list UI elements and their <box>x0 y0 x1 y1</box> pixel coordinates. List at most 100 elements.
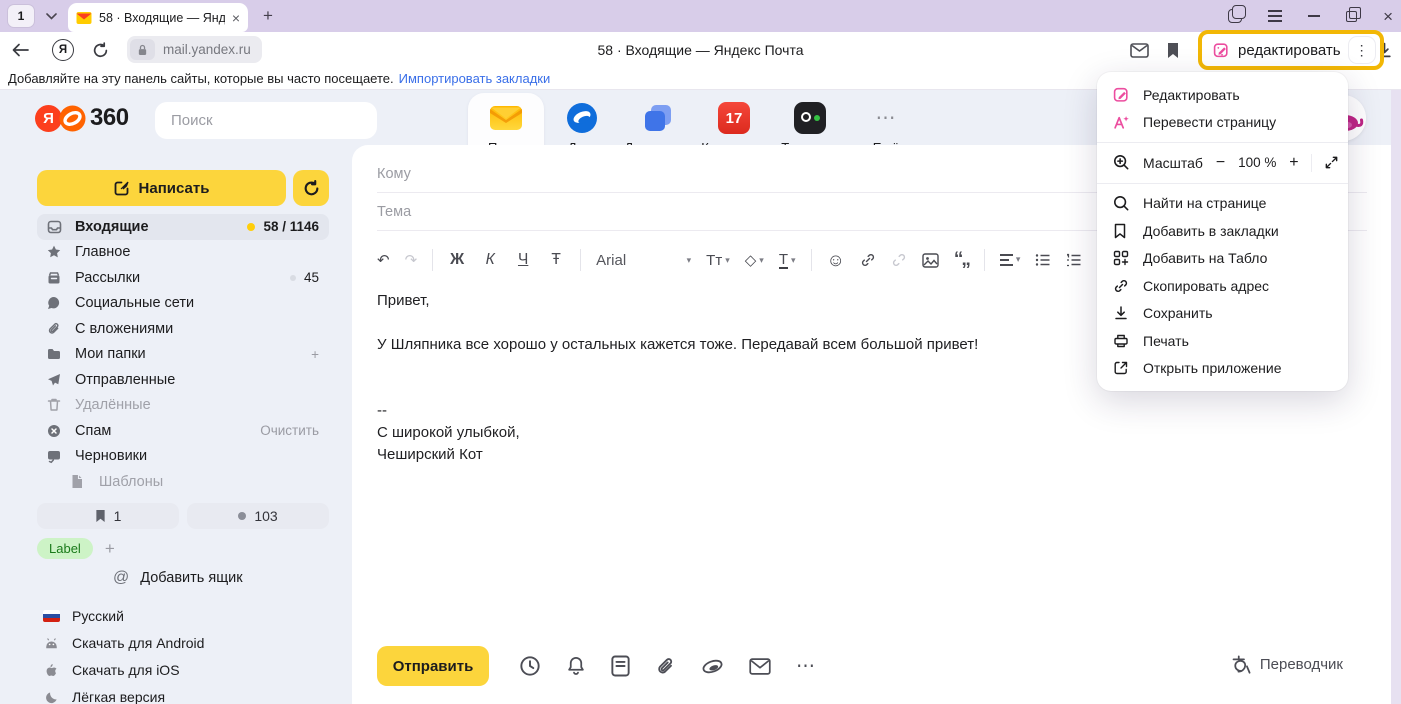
tab-counter-button[interactable]: 1 <box>8 5 34 27</box>
new-tab-button[interactable]: + <box>256 4 280 28</box>
back-button[interactable] <box>12 43 30 57</box>
zoom-out-button[interactable]: − <box>1216 154 1225 172</box>
zoom-in-button[interactable]: + <box>1289 154 1298 172</box>
bookmarks-counter[interactable]: 1 <box>37 503 179 529</box>
label-tag[interactable]: Label <box>37 538 93 559</box>
minimize-button[interactable] <box>1308 15 1320 17</box>
sidebar-item-social[interactable]: Социальные сети <box>37 291 329 317</box>
chevron-down-icon <box>46 13 57 20</box>
search-input[interactable] <box>171 112 370 129</box>
menu-item-copy-address[interactable]: Скопировать адрес <box>1097 272 1348 300</box>
edit-page-button-highlighted[interactable]: редактировать ⋮ <box>1198 30 1384 70</box>
sidebar-item-spam[interactable]: Спам Очистить <box>37 418 329 444</box>
yandex-360-logo[interactable]: Я 360 <box>35 104 129 132</box>
tab-close-icon[interactable]: × <box>232 11 240 25</box>
schedule-send-button[interactable] <box>519 655 541 677</box>
sidebar-item-mailings[interactable]: Рассылки 45 <box>37 265 329 291</box>
edit-icon <box>1113 86 1130 103</box>
more-actions-button[interactable]: ⋯ <box>796 655 817 678</box>
insert-image-button[interactable] <box>922 253 939 268</box>
attach-from-disk-button[interactable] <box>701 656 724 677</box>
download-android-link[interactable]: Скачать для Android <box>43 635 204 651</box>
android-icon <box>43 637 60 649</box>
sidebar-item-trash[interactable]: Удалённые <box>37 393 329 419</box>
italic-button[interactable]: К <box>481 251 499 269</box>
menu-item-edit[interactable]: Редактировать <box>1097 81 1348 109</box>
sidebar-item-my-folders[interactable]: Мои папки + <box>37 342 329 368</box>
sidebar-footer-links: Русский Скачать для Android Скачать для … <box>43 608 204 704</box>
sidebar-item-templates[interactable]: Шаблоны <box>37 469 329 495</box>
menu-item-save[interactable]: Сохранить <box>1097 300 1348 328</box>
mail-toolbar-icon[interactable] <box>1130 43 1149 58</box>
attach-file-button[interactable] <box>655 656 676 677</box>
underline-button[interactable]: Ч <box>514 251 532 269</box>
font-family-select[interactable]: Arial▾ <box>596 252 691 269</box>
add-label-button[interactable]: + <box>105 539 115 559</box>
check-mail-button[interactable] <box>293 170 329 206</box>
menu-item-add-to-tablo[interactable]: Добавить на Табло <box>1097 245 1348 273</box>
bold-button[interactable]: Ж <box>448 251 466 269</box>
light-version-link[interactable]: Лёгкая версия <box>43 689 204 704</box>
address-bar[interactable]: mail.yandex.ru <box>127 36 262 63</box>
refresh-button[interactable] <box>92 42 109 59</box>
font-size-select[interactable]: Tт▾ <box>706 252 730 269</box>
clear-spam-button[interactable]: Очистить <box>260 423 319 438</box>
yandex-button[interactable]: Я <box>52 39 74 61</box>
paperclip-icon <box>655 656 676 677</box>
compose-button[interactable]: Написать <box>37 170 286 206</box>
page-scrollbar[interactable] <box>1391 90 1401 704</box>
notes-button[interactable] <box>611 655 630 677</box>
redo-button[interactable]: ↷ <box>405 251 418 269</box>
language-link[interactable]: Русский <box>43 608 204 624</box>
unread-counter[interactable]: 103 <box>187 503 329 529</box>
add-mailbox-button[interactable]: @ Добавить ящик <box>113 569 243 587</box>
disk-icon <box>701 656 724 677</box>
bullet-list-button[interactable] <box>1035 253 1051 267</box>
close-window-button[interactable]: × <box>1383 8 1393 25</box>
folder-icon <box>46 346 63 362</box>
tab-list-chevron[interactable] <box>40 5 62 27</box>
sidebar-item-sent[interactable]: Отправленные <box>37 367 329 393</box>
lock-icon[interactable] <box>130 39 155 60</box>
bookmark-toolbar-icon[interactable] <box>1166 42 1180 59</box>
translate-glyph-icon <box>1230 654 1251 674</box>
menu-item-translate-page[interactable]: Перевести страницу <box>1097 109 1348 137</box>
restore-button[interactable] <box>1346 11 1357 22</box>
download-ios-link[interactable]: Скачать для iOS <box>43 662 204 678</box>
sidebar-item-important[interactable]: Главное <box>37 240 329 266</box>
menu-item-find-on-page[interactable]: Найти на странице <box>1097 190 1348 218</box>
highlight-color-select[interactable]: ◇▾ <box>745 251 764 269</box>
edit-more-button[interactable]: ⋮ <box>1349 37 1375 63</box>
import-bookmarks-link[interactable]: Импортировать закладки <box>399 71 551 86</box>
browser-menu-icon[interactable] <box>1268 10 1282 21</box>
sidebar-item-drafts[interactable]: Черновики <box>37 444 329 470</box>
numbered-list-button[interactable] <box>1066 253 1082 267</box>
add-folder-button[interactable]: + <box>311 347 319 362</box>
quote-button[interactable]: “„ <box>954 249 969 271</box>
send-button[interactable]: Отправить <box>377 646 489 686</box>
menu-item-print[interactable]: Печать <box>1097 327 1348 355</box>
notify-button[interactable] <box>566 655 586 677</box>
undo-button[interactable]: ↶ <box>377 251 390 269</box>
strikethrough-button[interactable]: Ŧ <box>547 251 565 269</box>
browser-tab[interactable]: 58 · Входящие — Янде × <box>68 3 248 32</box>
fullscreen-icon[interactable] <box>1324 155 1341 170</box>
remove-link-button[interactable] <box>891 252 907 268</box>
sidebar-item-inbox[interactable]: Входящие 58 / 1146 <box>37 214 329 240</box>
yandex-logo-icon: Я <box>35 105 62 132</box>
search-box[interactable] <box>155 102 377 139</box>
menu-item-open-app[interactable]: Открыть приложение <box>1097 355 1348 383</box>
trash-icon <box>46 397 63 413</box>
text-color-select[interactable]: Т▾ <box>779 252 796 269</box>
tab-groups-icon[interactable] <box>1228 9 1242 23</box>
menu-item-add-bookmark[interactable]: Добавить в закладки <box>1097 217 1348 245</box>
sidebar-item-attachments[interactable]: С вложениями <box>37 316 329 342</box>
align-button[interactable]: ▾ <box>1000 254 1021 265</box>
image-icon <box>922 253 939 268</box>
attach-from-mail-button[interactable] <box>749 657 771 676</box>
emoji-button[interactable]: ☺ <box>827 250 845 271</box>
telemost-service-icon <box>793 101 827 135</box>
translator-button[interactable]: Переводчик <box>1230 654 1343 674</box>
fill-icon: ◇ <box>745 251 757 269</box>
insert-link-button[interactable] <box>860 252 876 268</box>
